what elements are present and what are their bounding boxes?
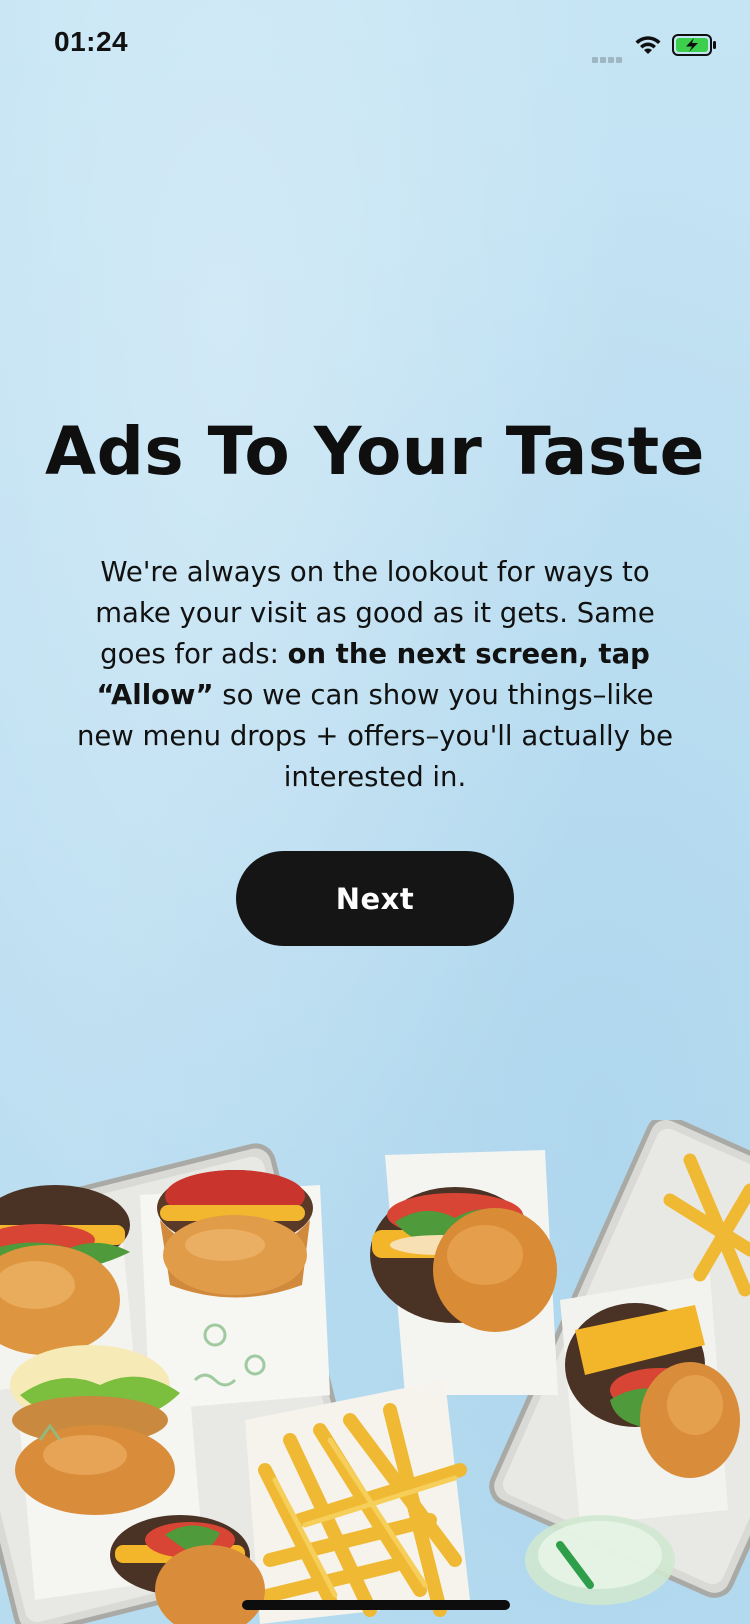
- burgers-and-fries-image: [0, 1120, 750, 1624]
- status-bar: 01:24: [0, 0, 750, 90]
- status-time: 01:24: [54, 26, 129, 57]
- description-text: We're always on the lookout for ways to …: [70, 552, 680, 798]
- page-title: Ads To Your Taste: [45, 413, 705, 490]
- onboarding-screen: 01:24 Ads To Your Taste We're always on …: [0, 0, 750, 1624]
- battery-charging-icon: [672, 34, 716, 56]
- signal-icon: [592, 48, 626, 63]
- wifi-icon: [635, 36, 661, 54]
- next-button[interactable]: Next: [236, 851, 514, 946]
- home-indicator[interactable]: [242, 1600, 510, 1610]
